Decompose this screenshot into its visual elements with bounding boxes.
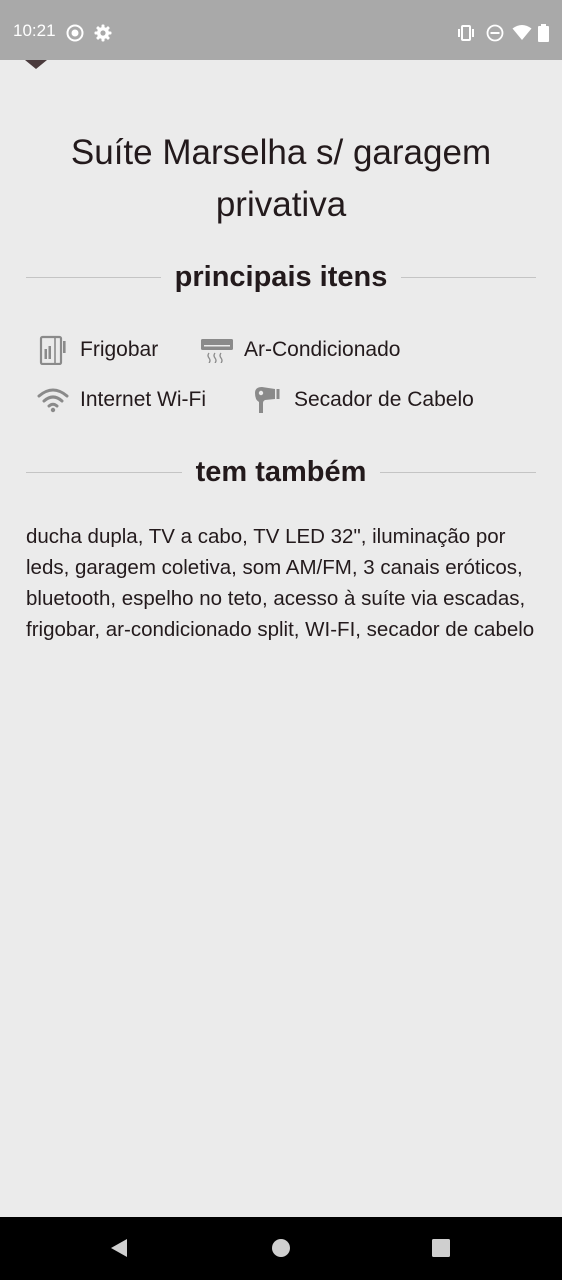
hair-dryer-icon: [250, 383, 284, 417]
amenity-label: Internet Wi-Fi: [80, 388, 207, 411]
amenity-label: Frigobar: [80, 338, 159, 361]
amenity-label: Secador de Cabelo: [294, 388, 474, 411]
recents-icon[interactable]: [431, 1237, 451, 1259]
section-heading-label: principais itens: [174, 260, 388, 293]
fridge-icon: [36, 333, 70, 367]
battery-icon: [538, 24, 549, 42]
extras-description: ducha dupla, TV a cabo, TV LED 32", ilum…: [26, 525, 535, 641]
divider: [26, 471, 182, 473]
navigation-bar: [0, 1217, 562, 1280]
record-icon: [66, 24, 84, 42]
wifi-icon: [36, 383, 70, 417]
section-heading-label: tem também: [195, 455, 367, 488]
home-icon[interactable]: [271, 1237, 291, 1259]
page-title: Suíte Marselha s/ garagem privativa: [70, 133, 492, 224]
amenity-label: Ar-Condicionado: [244, 338, 401, 361]
vibrate-icon: [458, 25, 474, 41]
air-conditioner-icon: [200, 333, 234, 367]
divider: [26, 276, 161, 278]
amenity-item-air-conditioner: Ar-Condicionado: [200, 333, 400, 367]
amenity-item-hair-dryer: Secador de Cabelo: [250, 383, 474, 417]
amenity-item-wifi: Internet Wi-Fi: [36, 383, 206, 417]
do-not-disturb-icon: [486, 24, 504, 42]
section-heading-main-items: principais itens: [26, 257, 537, 297]
settings-gear-icon: [94, 24, 112, 42]
section-heading-extras: tem também: [26, 452, 537, 492]
amenity-item-fridge: Frigobar: [36, 333, 158, 367]
divider: [380, 471, 537, 473]
divider: [401, 276, 537, 278]
caret-down-icon[interactable]: [25, 60, 47, 69]
back-icon[interactable]: [108, 1237, 130, 1259]
wifi-signal-icon: [512, 25, 532, 40]
status-time: 10:21: [13, 21, 56, 40]
status-bar: 10:21: [0, 0, 562, 60]
